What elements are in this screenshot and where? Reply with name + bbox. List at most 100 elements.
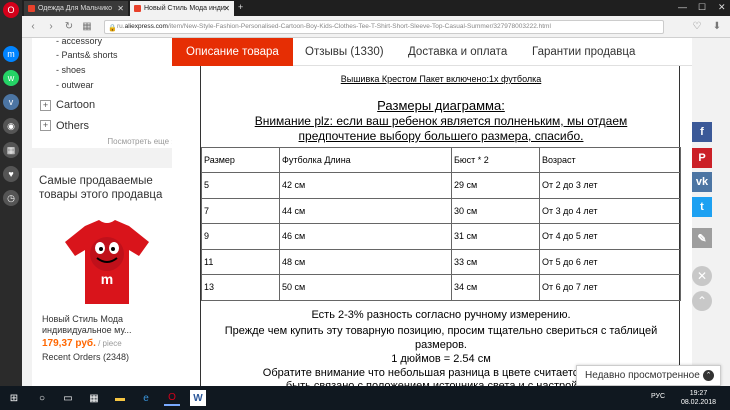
vk-icon[interactable]: v bbox=[3, 94, 19, 110]
table-cell: От 5 до 6 лет bbox=[539, 248, 681, 275]
close-tab-icon[interactable]: ✕ bbox=[223, 1, 230, 16]
scroll-top-icon[interactable]: ⌃ bbox=[692, 291, 712, 311]
history-icon[interactable]: ◷ bbox=[3, 190, 19, 206]
table-row: 11 48 см 33 см От 5 до 6 лет bbox=[201, 248, 681, 275]
word-icon[interactable]: W bbox=[190, 390, 206, 406]
download-icon[interactable]: ⬇ bbox=[710, 20, 724, 34]
table-cell: От 6 до 7 лет bbox=[539, 274, 681, 301]
table-cell: 31 см bbox=[451, 223, 540, 250]
tab-shipping[interactable]: Доставка и оплата bbox=[408, 38, 507, 66]
table-cell: 33 см bbox=[451, 248, 540, 275]
measure-note: Есть 2-3% разность согласно ручному изме… bbox=[311, 309, 571, 321]
new-tab-button[interactable]: + bbox=[238, 0, 243, 14]
opera-logo-icon[interactable]: O bbox=[3, 2, 19, 18]
aliexpress-favicon-icon bbox=[134, 5, 141, 12]
opera-sidebar: O m w v ◉ ▦ ♥ ◷ bbox=[0, 0, 22, 386]
table-cell: 11 bbox=[201, 248, 280, 275]
svg-text:m: m bbox=[101, 271, 113, 287]
url-field[interactable]: 🔒 ru.aliexpress.com/item/New-Style-Fashi… bbox=[104, 20, 664, 34]
vk-share-button[interactable]: vk bbox=[692, 172, 712, 192]
windows-start-icon[interactable]: ⊞ bbox=[6, 390, 22, 406]
aliexpress-favicon-icon bbox=[28, 5, 35, 12]
expand-plus-icon[interactable]: + bbox=[40, 120, 51, 131]
table-cell: От 2 до 3 лет bbox=[539, 172, 681, 199]
recently-viewed-bar[interactable]: Недавно просмотренное ⌃ bbox=[576, 365, 721, 386]
product-thumbnail[interactable]: m bbox=[57, 212, 157, 308]
opera-taskbar-icon[interactable]: O bbox=[164, 390, 180, 406]
twitter-share-button[interactable]: t bbox=[692, 197, 712, 217]
best-sellers-title: Самые продаваемые товары этого продавца bbox=[39, 175, 163, 201]
size-table: Размер Футболка Длина Бюст * 2 Возраст 5… bbox=[201, 147, 681, 301]
table-cell: 46 см bbox=[279, 223, 452, 250]
edit-pencil-button[interactable]: ✎ bbox=[692, 228, 712, 248]
close-share-icon[interactable]: ✕ bbox=[692, 266, 712, 286]
table-cell: 50 см bbox=[279, 274, 452, 301]
price-value: 179,37 руб. bbox=[42, 338, 96, 349]
chevron-up-icon[interactable]: ⌃ bbox=[703, 370, 714, 381]
search-icon[interactable]: ○ bbox=[34, 390, 50, 406]
close-tab-icon[interactable]: ✕ bbox=[117, 1, 124, 16]
table-cell: 30 см bbox=[451, 197, 540, 224]
tab-reviews[interactable]: Отзывы (1330) bbox=[305, 38, 384, 66]
product-orders: Recent Orders (2348) bbox=[42, 352, 130, 362]
category-link-cartoon[interactable]: Cartoon bbox=[56, 99, 95, 111]
reload-icon[interactable]: ↻ bbox=[62, 20, 76, 34]
recently-viewed-label: Недавно просмотренное bbox=[585, 370, 700, 381]
table-cell: 5 bbox=[201, 172, 280, 199]
url-domain: aliexpress.com bbox=[124, 23, 168, 30]
forward-arrow-icon[interactable]: › bbox=[44, 20, 58, 34]
close-window-icon[interactable]: ✕ bbox=[718, 0, 726, 14]
table-cell: 7 bbox=[201, 197, 280, 224]
bookmark-heart-icon[interactable]: ♡ bbox=[690, 20, 704, 34]
pinterest-share-button[interactable]: P bbox=[692, 148, 712, 168]
check-note-line-2: размеров. bbox=[415, 339, 467, 351]
table-row: 9 46 см 31 см От 4 до 5 лет bbox=[201, 223, 681, 250]
file-explorer-icon[interactable]: ▬ bbox=[112, 390, 128, 406]
camera-icon[interactable]: ◉ bbox=[3, 118, 19, 134]
maximize-icon[interactable]: ☐ bbox=[698, 0, 706, 14]
table-cell: 42 см bbox=[279, 172, 452, 199]
browser-tab-2[interactable]: Новый Стиль Мода инди ✕ bbox=[130, 1, 234, 16]
table-header-cell: Бюст * 2 bbox=[451, 147, 540, 173]
grid-icon[interactable]: ▦ bbox=[3, 142, 19, 158]
size-note-line-1: Внимание plz: если ваш ребенок является … bbox=[254, 114, 628, 128]
browser-tab-1[interactable]: Одежда Для Мальчико ✕ bbox=[24, 1, 128, 16]
subcategory-link[interactable]: - Pants& shorts bbox=[56, 50, 118, 60]
subcategory-link[interactable]: - accessory bbox=[56, 36, 102, 46]
price-unit: / piece bbox=[95, 339, 122, 348]
table-cell: От 4 до 5 лет bbox=[539, 223, 681, 250]
product-name-link[interactable]: Новый Стиль Мода индивидуальное му... bbox=[42, 314, 172, 336]
minimize-icon[interactable]: — bbox=[678, 0, 687, 14]
package-line: Вышивка Крестом Пакет включено:1х футбол… bbox=[340, 74, 542, 84]
clock-time: 19:27 bbox=[689, 390, 708, 397]
table-cell: От 3 до 4 лет bbox=[539, 197, 681, 224]
subcategory-link[interactable]: - shoes bbox=[56, 65, 86, 75]
expand-plus-icon[interactable]: + bbox=[40, 100, 51, 111]
left-column: - accessory - Pants& shorts - shoes - ou… bbox=[22, 36, 182, 386]
messenger-icon[interactable]: m bbox=[3, 46, 19, 62]
best-sellers-panel: Самые продаваемые товары этого продавца … bbox=[32, 168, 182, 386]
heart-icon[interactable]: ♥ bbox=[3, 166, 19, 182]
table-cell: 48 см bbox=[279, 248, 452, 275]
subcategory-link[interactable]: - outwear bbox=[56, 80, 94, 90]
table-row: 13 50 см 34 см От 6 до 7 лет bbox=[201, 274, 681, 301]
tab-title: Одежда Для Мальчико bbox=[38, 5, 113, 12]
speed-dial-icon[interactable]: ▦ bbox=[80, 20, 94, 34]
edge-icon[interactable]: e bbox=[138, 390, 154, 406]
see-more-link[interactable]: Посмотреть еще › bbox=[107, 137, 174, 146]
table-header-cell: Возраст bbox=[539, 147, 681, 173]
product-tabs: Описание товара Отзывы (1330) Доставка и… bbox=[172, 38, 692, 66]
calculator-icon[interactable]: ▦ bbox=[86, 390, 102, 406]
description-content: Вышивка Крестом Пакет включено:1х футбол… bbox=[172, 66, 692, 392]
task-view-icon[interactable]: ▭ bbox=[60, 390, 76, 406]
windows-taskbar: ⊞ ○ ▭ ▦ ▬ e O W РУС 19:27 08.02.2018 bbox=[0, 386, 730, 410]
tab-guarantees[interactable]: Гарантии продавца bbox=[532, 38, 635, 66]
language-indicator[interactable]: РУС bbox=[651, 393, 665, 400]
facebook-share-button[interactable]: f bbox=[692, 122, 712, 142]
back-arrow-icon[interactable]: ‹ bbox=[26, 20, 40, 34]
tab-description[interactable]: Описание товара bbox=[172, 38, 293, 66]
whatsapp-icon[interactable]: w bbox=[3, 70, 19, 86]
product-price: 179,37 руб. / piece bbox=[42, 338, 122, 349]
category-link-others[interactable]: Others bbox=[56, 120, 89, 132]
clock[interactable]: 19:27 08.02.2018 bbox=[681, 389, 716, 407]
